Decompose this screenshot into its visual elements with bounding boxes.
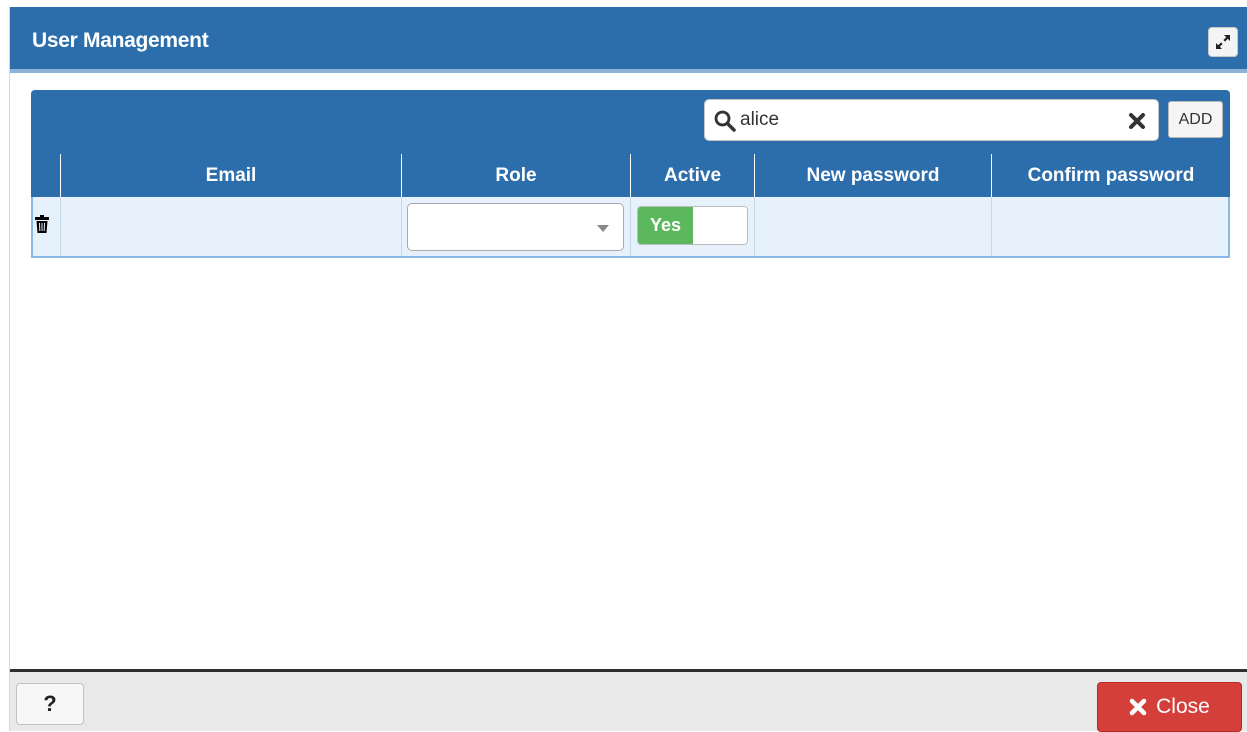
- header-action-column: [31, 154, 60, 197]
- maximize-button[interactable]: [1208, 27, 1238, 57]
- active-cell: Yes: [630, 197, 754, 256]
- close-x-icon: [1129, 698, 1147, 716]
- help-button[interactable]: ?: [16, 683, 84, 725]
- header-confirm-password[interactable]: Confirm password: [991, 154, 1230, 197]
- table-header: Email Role Active New password Confirm p…: [31, 154, 1230, 197]
- header-role[interactable]: Role: [401, 154, 630, 197]
- user-grid: ADD Email Role Active New password Confi…: [31, 90, 1230, 258]
- search-input[interactable]: [740, 100, 1120, 140]
- confirm-password-cell[interactable]: [991, 197, 1228, 256]
- new-password-cell[interactable]: [754, 197, 991, 256]
- header-active[interactable]: Active: [630, 154, 754, 197]
- toggle-on-label: Yes: [638, 207, 693, 244]
- expand-icon: [1215, 34, 1231, 50]
- trash-icon: [35, 215, 49, 233]
- add-user-button[interactable]: ADD: [1168, 101, 1223, 138]
- delete-row-button[interactable]: [35, 215, 49, 238]
- close-button[interactable]: Close: [1097, 682, 1242, 732]
- header-email[interactable]: Email: [60, 154, 401, 197]
- dialog-title: User Management: [32, 29, 208, 53]
- search-box[interactable]: [704, 99, 1159, 141]
- search-icon: [714, 110, 736, 132]
- close-label: Close: [1156, 695, 1210, 719]
- role-cell: [401, 197, 630, 256]
- header-new-password[interactable]: New password: [754, 154, 991, 197]
- role-select[interactable]: [407, 203, 624, 251]
- dialog-footer: ? Close: [10, 669, 1247, 731]
- grid-toolbar: ADD: [31, 90, 1230, 154]
- active-toggle[interactable]: Yes: [637, 206, 748, 245]
- clear-icon[interactable]: [1128, 112, 1146, 130]
- email-cell[interactable]: [60, 197, 401, 256]
- table-row[interactable]: Yes: [31, 197, 1230, 258]
- user-management-dialog: User Management ADD Emai: [9, 7, 1247, 731]
- dialog-title-bar: User Management: [10, 7, 1247, 73]
- chevron-down-icon: [597, 225, 609, 232]
